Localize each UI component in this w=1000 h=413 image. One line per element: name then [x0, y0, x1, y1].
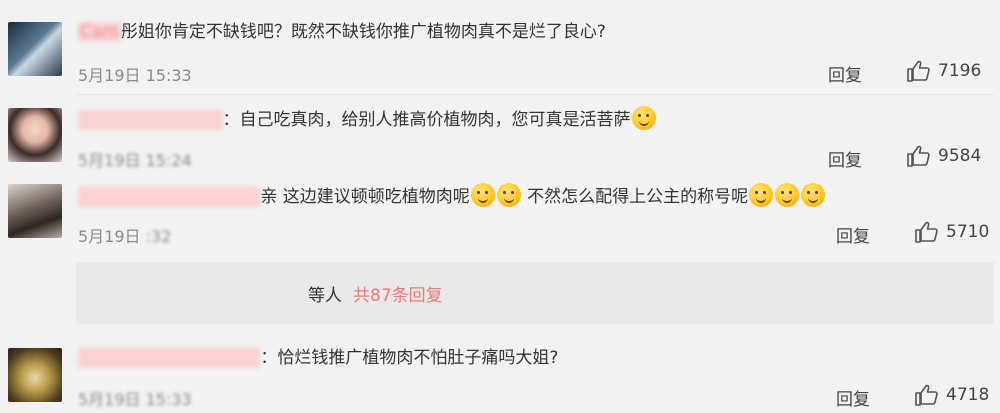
- comment-time: 5月19日 15:33: [78, 66, 192, 85]
- emoji-face-icon: [749, 183, 774, 207]
- reply-count-link[interactable]: 共87条回复: [353, 281, 443, 306]
- thumbs-up-icon: [906, 145, 930, 167]
- reply-button[interactable]: 回复: [828, 61, 862, 86]
- thumbs-up-icon: [914, 221, 938, 243]
- like-count: 5710: [946, 222, 990, 242]
- avatar[interactable]: [8, 22, 62, 76]
- thumbs-up-icon: [906, 60, 930, 82]
- comment-time: 5月19日 :32: [78, 227, 172, 246]
- like-button[interactable]: 5710: [914, 221, 989, 243]
- user-name[interactable]: Cam: [78, 22, 121, 42]
- reply-summary[interactable]: 等人 共87条回复: [76, 262, 994, 324]
- thumbs-up-icon: [914, 384, 938, 406]
- user-name[interactable]: [78, 348, 261, 368]
- comment-text: 恰烂钱推广植物肉不怕肚子痛吗大姐?: [277, 348, 559, 368]
- comment-list: Cam 彤姐你肯定不缺钱吧？既然不缺钱你推广植物肉真不是烂了良心? 5月19日 1…: [0, 0, 1000, 413]
- comment-text: 自己吃真肉，给别人推高价植物肉，您可真是活菩萨: [239, 110, 631, 130]
- reply-etc-label: 等人: [308, 286, 342, 306]
- like-button[interactable]: 7196: [906, 60, 981, 82]
- avatar[interactable]: [8, 184, 62, 238]
- emoji-face-icon: [496, 183, 521, 207]
- user-name[interactable]: [78, 187, 261, 207]
- user-name[interactable]: [78, 110, 223, 130]
- emoji-face-icon: [470, 183, 495, 207]
- comment-time: 5月19日 15:24: [78, 151, 192, 170]
- emoji-face-icon: [801, 183, 826, 207]
- divider: [76, 94, 994, 95]
- avatar[interactable]: [8, 348, 62, 402]
- emoji-face-icon: [775, 183, 800, 207]
- like-button[interactable]: 9584: [906, 145, 981, 167]
- like-count: 4718: [946, 385, 990, 405]
- like-count: 9584: [938, 146, 982, 166]
- comment-time: 5月19日 15:33: [78, 390, 192, 409]
- comment-text: 亲 这边建议顿顿吃植物肉呢: [260, 187, 470, 207]
- reply-button[interactable]: 回复: [828, 146, 862, 171]
- like-count: 7196: [938, 61, 982, 81]
- reply-user-names[interactable]: [98, 281, 293, 301]
- reply-button[interactable]: 回复: [836, 222, 870, 247]
- reply-button[interactable]: 回复: [836, 385, 870, 410]
- like-button[interactable]: 4718: [914, 384, 989, 406]
- avatar[interactable]: [8, 108, 62, 162]
- emoji-face-icon: [631, 106, 656, 130]
- comment-text: 彤姐你肯定不缺钱吧？既然不缺钱你推广植物肉真不是烂了良心?: [120, 22, 606, 42]
- comment-text: 不然怎么配得上公主的称号呢: [521, 187, 749, 207]
